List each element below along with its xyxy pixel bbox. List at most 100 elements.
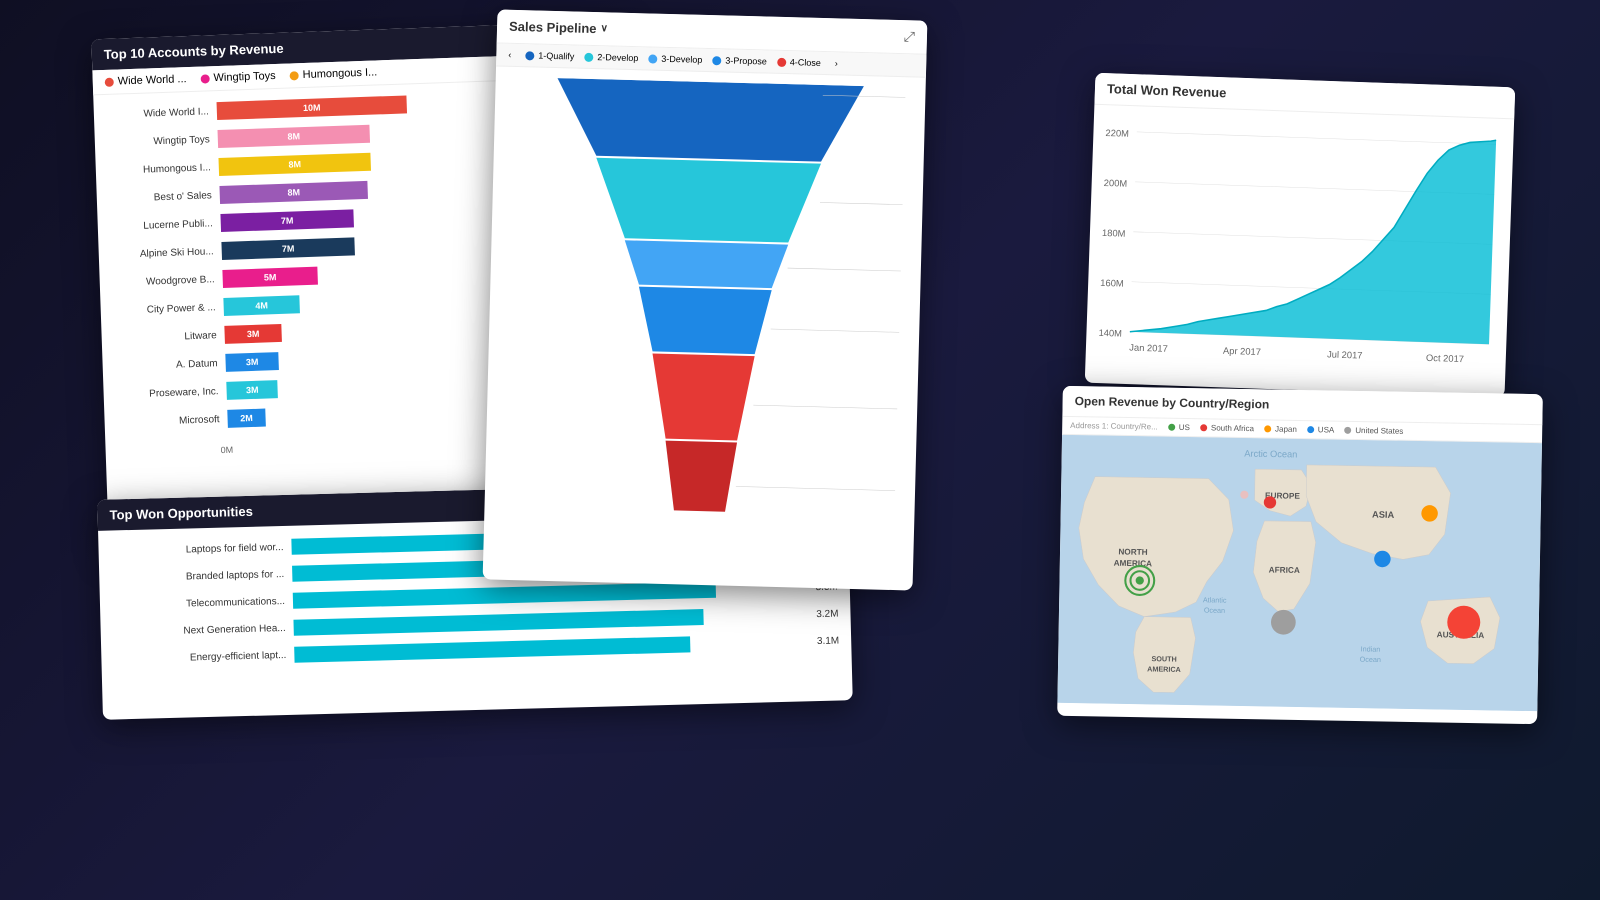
funnel-segment-2 bbox=[594, 158, 821, 244]
funnel-segment-3 bbox=[624, 240, 789, 288]
map-legend-label: Address 1: Country/Re... bbox=[1070, 421, 1158, 432]
label-south-america: SOUTH bbox=[1151, 654, 1176, 663]
pipeline-legend-label-4: 4-Close bbox=[790, 57, 821, 68]
accounts-bar-fill-3: 8M bbox=[219, 181, 368, 204]
label-africa: AFRICA bbox=[1269, 565, 1300, 575]
x-label-jan: Jan 2017 bbox=[1129, 342, 1168, 353]
label-ocean-indian: Ocean bbox=[1360, 655, 1381, 664]
map-label-us: US bbox=[1179, 423, 1190, 432]
revenue-svg: 220M 200M 180M 160M 140M Jan 2017 A bbox=[1097, 115, 1501, 379]
expand-icon[interactable]: ⤢ bbox=[904, 28, 916, 45]
legend-label-2: Humongous I... bbox=[302, 66, 377, 81]
x-label-jul: Jul 2017 bbox=[1327, 349, 1363, 360]
pipeline-legend-label-1: 2-Develop bbox=[597, 52, 638, 63]
dashboard-background: Top 10 Accounts by Revenue Wide World ..… bbox=[0, 0, 1600, 900]
accounts-bar-fill-10: 3M bbox=[226, 380, 278, 400]
legend-item-2: Humongous I... bbox=[289, 66, 377, 81]
pipeline-legend-item-1: 2-Develop bbox=[584, 52, 638, 63]
accounts-bar-label-8: Litware bbox=[110, 329, 225, 344]
label-north-america: NORTH bbox=[1118, 547, 1147, 557]
pipeline-prev-btn[interactable]: ‹ bbox=[508, 50, 511, 60]
opp-bar-fill-4 bbox=[294, 636, 690, 662]
accounts-bar-label-7: City Power & ... bbox=[109, 301, 224, 316]
map-label-united: United States bbox=[1355, 426, 1403, 436]
pipeline-legend-dot-3 bbox=[712, 56, 721, 65]
opp-bar-fill-3 bbox=[293, 609, 703, 636]
funnel-svg: $2,911,187.00 $4,241,442.00 $730,000.00 … bbox=[503, 77, 905, 557]
y-label-160: 160M bbox=[1100, 278, 1124, 289]
map-legend-jp: Japan bbox=[1264, 424, 1297, 434]
pipeline-legend-item-2: 3-Develop bbox=[648, 53, 702, 64]
accounts-bar-fill-7: 4M bbox=[223, 295, 300, 316]
map-dot-united bbox=[1344, 427, 1351, 434]
pipeline-legend-item-4: 4-Close bbox=[777, 57, 821, 68]
legend-dot-0 bbox=[105, 77, 114, 86]
label-atlantic: Atlantic bbox=[1203, 595, 1227, 604]
label-arctic: Arctic Ocean bbox=[1244, 449, 1297, 460]
funnel-segment-6 bbox=[664, 441, 737, 512]
accounts-bar-label-0: Wide World I... bbox=[102, 106, 217, 121]
legend-label-1: Wingtip Toys bbox=[213, 70, 276, 84]
map-legend-usa: USA bbox=[1307, 425, 1335, 434]
legend-label-0: Wide World ... bbox=[118, 73, 187, 87]
map-legend-us: US bbox=[1168, 423, 1190, 432]
map-label-usa: USA bbox=[1318, 425, 1335, 434]
accounts-bar-label-1: Wingtip Toys bbox=[103, 134, 218, 149]
pipeline-legend-dot-0 bbox=[525, 51, 534, 60]
legend-item-0: Wide World ... bbox=[105, 73, 187, 88]
accounts-bar-label-4: Lucerne Publi... bbox=[106, 217, 221, 232]
funnel-segment-4 bbox=[637, 287, 771, 355]
axis-min: 0M bbox=[221, 445, 234, 455]
accounts-bar-fill-6: 5M bbox=[222, 267, 318, 288]
accounts-bar-label-3: Best o' Sales bbox=[105, 190, 220, 205]
accounts-bar-label-9: A. Datum bbox=[111, 357, 226, 372]
pipeline-legend-dot-2 bbox=[648, 54, 657, 63]
funnel-value-6: $2,750,000.00 bbox=[904, 488, 905, 500]
pipeline-legend-label-3: 3-Propose bbox=[725, 55, 767, 66]
y-label-220: 220M bbox=[1105, 128, 1129, 139]
accounts-bar-label-10: Proseware, Inc. bbox=[111, 385, 226, 400]
opp-bar-fill-2 bbox=[293, 582, 716, 609]
map-container: Arctic Ocean NORTH AMERICA EUROPE ASIA A… bbox=[1057, 435, 1542, 711]
map-dot-jp bbox=[1264, 425, 1271, 432]
map-label-jp: Japan bbox=[1275, 425, 1297, 434]
accounts-bar-fill-4: 7M bbox=[220, 209, 354, 232]
accounts-bar-fill-1: 8M bbox=[218, 125, 371, 148]
pipeline-legend-label-0: 1-Qualify bbox=[538, 51, 574, 62]
opp-bar-label-4: Energy-efficient lapt... bbox=[109, 649, 294, 665]
pipeline-legend-dot-1 bbox=[584, 52, 593, 61]
accounts-bar-fill-8: 3M bbox=[224, 324, 282, 344]
opp-bar-value-3: 3.2M bbox=[816, 608, 839, 620]
accounts-bar-fill-0: 10M bbox=[217, 95, 408, 120]
map-label-sa: South Africa bbox=[1211, 423, 1254, 433]
revenue-area bbox=[1130, 128, 1496, 345]
opp-bar-label-1: Branded laptops for ... bbox=[107, 568, 292, 584]
pipeline-next-btn[interactable]: › bbox=[835, 58, 838, 68]
legend-dot-2 bbox=[290, 71, 299, 80]
map-legend-united: United States bbox=[1344, 426, 1403, 436]
accounts-bar-label-11: Microsoft bbox=[112, 413, 227, 428]
y-label-140: 140M bbox=[1098, 328, 1122, 339]
accounts-bar-fill-5: 7M bbox=[221, 237, 355, 260]
accounts-bar-label-6: Woodgrove B... bbox=[108, 273, 223, 288]
legend-item-1: Wingtip Toys bbox=[200, 70, 276, 85]
revenue-chart: 220M 200M 180M 160M 140M Jan 2017 A bbox=[1085, 105, 1514, 389]
map-dot-usa bbox=[1307, 426, 1314, 433]
pipeline-legend-dot-4 bbox=[777, 57, 786, 66]
opp-bar-label-0: Laptops for field wor... bbox=[106, 541, 291, 557]
map-card: Open Revenue by Country/Region Address 1… bbox=[1057, 386, 1543, 724]
map-dot-us bbox=[1168, 424, 1175, 431]
accounts-bar-label-5: Alpine Ski Hou... bbox=[107, 245, 222, 260]
label-asia: ASIA bbox=[1372, 510, 1395, 520]
map-legend-sa: South Africa bbox=[1200, 423, 1254, 433]
label-indian: Indian bbox=[1361, 644, 1381, 653]
x-label-oct: Oct 2017 bbox=[1426, 353, 1464, 364]
funnel-container: $2,911,187.00 $4,241,442.00 $730,000.00 … bbox=[483, 66, 926, 567]
accounts-bar-label-2: Humongous I... bbox=[104, 162, 219, 177]
opp-bar-value-4: 3.1M bbox=[817, 635, 840, 647]
pipeline-title: Sales Pipeline ∨ bbox=[509, 19, 608, 37]
funnel-segment-5 bbox=[650, 353, 754, 440]
label-ocean-atlantic: Ocean bbox=[1204, 606, 1225, 615]
funnel-segment-1 bbox=[555, 78, 863, 163]
label-south-america2: AMERICA bbox=[1147, 664, 1182, 674]
